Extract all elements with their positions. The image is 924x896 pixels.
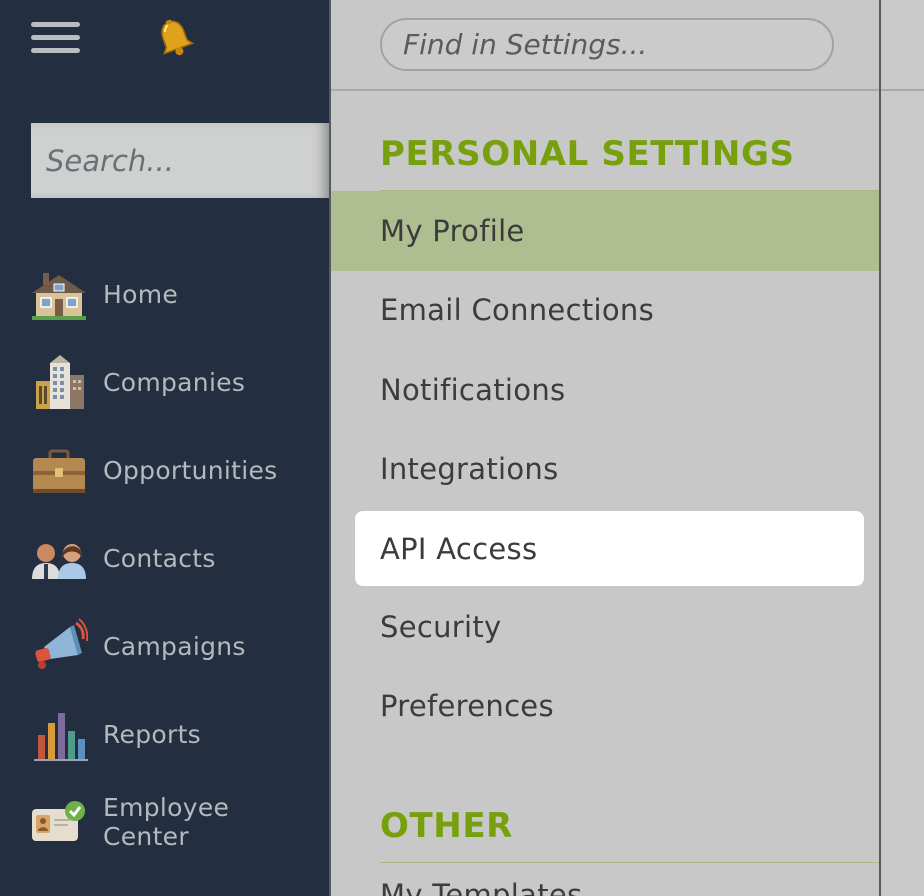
sidebar-item-label: Reports: [103, 719, 201, 749]
menu-item-preferences[interactable]: Preferences: [331, 666, 881, 746]
other-section-title: OTHER: [380, 806, 513, 846]
find-in-settings-input[interactable]: [380, 18, 834, 71]
buildings-icon: [36, 355, 84, 409]
sidebar-search-input[interactable]: [31, 123, 329, 198]
sidebar-item-label: Home: [103, 279, 179, 309]
sidebar-item-contacts[interactable]: Contacts: [30, 523, 320, 593]
home-icon: [32, 273, 86, 320]
briefcase-icon: [33, 449, 85, 493]
menu-icon[interactable]: [31, 22, 80, 56]
sidebar-item-opportunities[interactable]: Opportunities: [30, 435, 320, 505]
sidebar-item-employee-center[interactable]: Employee Center: [30, 787, 320, 857]
sidebar-item-label: Campaigns: [103, 631, 246, 661]
sidebar-item-label: Companies: [103, 367, 246, 397]
megaphone-icon: [35, 618, 88, 669]
bar-chart-icon: [34, 713, 88, 761]
sidebar-item-companies[interactable]: Companies: [30, 347, 320, 417]
menu-item-security[interactable]: Security: [331, 587, 881, 667]
sidebar-item-home[interactable]: Home: [30, 259, 320, 329]
menu-item-notifications[interactable]: Notifications: [331, 350, 881, 430]
menu-item-my-profile[interactable]: My Profile: [331, 191, 881, 271]
sidebar-item-reports[interactable]: Reports: [30, 699, 320, 769]
menu-item-api-access[interactable]: API Access: [355, 511, 864, 586]
section-divider: [380, 862, 881, 863]
id-card-icon: [32, 801, 85, 841]
menu-item-email-connections[interactable]: Email Connections: [331, 270, 881, 350]
personal-settings-title: PERSONAL SETTINGS: [380, 134, 795, 174]
settings-topbar: [331, 0, 881, 91]
sidebar-item-label: Contacts: [103, 543, 216, 573]
sidebar-item-campaigns[interactable]: Campaigns: [30, 611, 320, 681]
menu-item-integrations[interactable]: Integrations: [331, 429, 881, 509]
sidebar: Home Companies: [0, 0, 329, 896]
bell-icon[interactable]: [153, 17, 197, 61]
settings-panel: PERSONAL SETTINGS My Profile Email Conne…: [329, 0, 881, 896]
sidebar-item-label-line1: Employee: [103, 793, 230, 822]
sidebar-item-label: Employee Center: [103, 793, 229, 851]
right-edge-panel: [879, 0, 924, 896]
sidebar-item-label-line2: Center: [103, 822, 189, 851]
people-icon: [32, 544, 86, 579]
sidebar-item-label: Opportunities: [103, 455, 278, 485]
menu-item-my-templates[interactable]: My Templates: [331, 866, 881, 896]
